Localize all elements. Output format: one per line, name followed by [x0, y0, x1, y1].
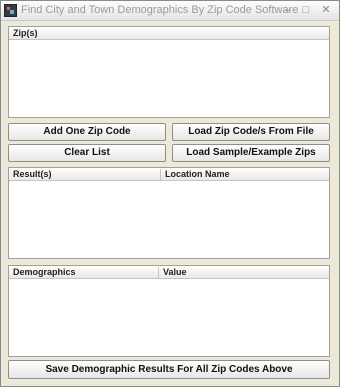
- results-list[interactable]: Result(s) Location Name: [8, 167, 330, 259]
- maximize-icon[interactable]: □: [299, 3, 313, 17]
- title-bar[interactable]: Find City and Town Demographics By Zip C…: [1, 1, 339, 21]
- load-sample-zips-button[interactable]: Load Sample/Example Zips: [172, 144, 330, 162]
- zip-list-header: Zip(s): [9, 27, 329, 40]
- zip-column-header: Zip(s): [13, 28, 38, 38]
- minimize-icon[interactable]: –: [280, 3, 294, 17]
- app-icon: [4, 4, 17, 17]
- results-list-header: Result(s) Location Name: [9, 168, 329, 181]
- results-list-body[interactable]: [9, 182, 329, 258]
- location-name-column-header[interactable]: Location Name: [161, 169, 230, 180]
- window-title: Find City and Town Demographics By Zip C…: [21, 4, 299, 16]
- clear-list-button[interactable]: Clear List: [8, 144, 166, 162]
- demographics-list[interactable]: Demographics Value: [8, 265, 330, 357]
- zip-list-body[interactable]: [9, 41, 329, 117]
- demographics-list-body[interactable]: [9, 280, 329, 356]
- save-results-button[interactable]: Save Demographic Results For All Zip Cod…: [8, 360, 330, 379]
- demographics-list-header: Demographics Value: [9, 266, 329, 279]
- add-one-zip-button[interactable]: Add One Zip Code: [8, 123, 166, 141]
- zip-list[interactable]: Zip(s): [8, 26, 330, 118]
- app-window: Find City and Town Demographics By Zip C…: [0, 0, 340, 387]
- results-column-header[interactable]: Result(s): [9, 169, 159, 180]
- demographics-column-header[interactable]: Demographics: [9, 267, 157, 278]
- value-column-header[interactable]: Value: [159, 267, 187, 278]
- close-icon[interactable]: ✕: [319, 3, 333, 17]
- load-zip-file-button[interactable]: Load Zip Code/s From File: [172, 123, 330, 141]
